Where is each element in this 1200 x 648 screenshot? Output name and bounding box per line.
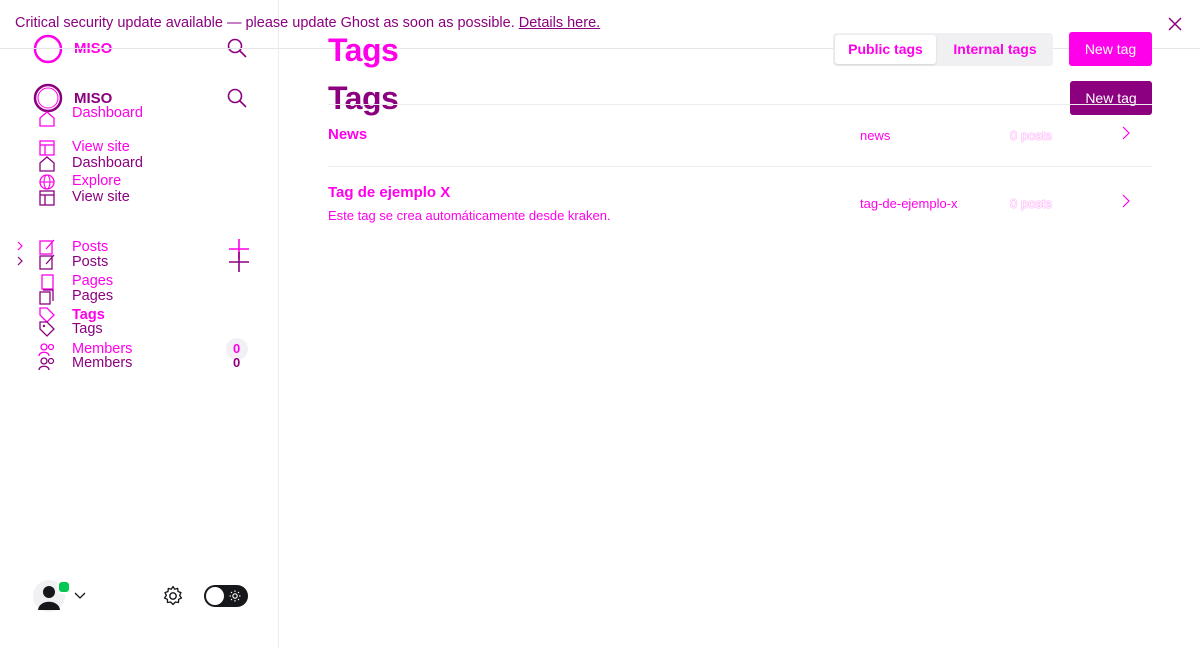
nav-dashboard[interactable]: Dashboard bbox=[72, 105, 143, 121]
dashboard-icon-2 bbox=[38, 155, 56, 173]
settings-gear-icon[interactable] bbox=[162, 585, 184, 607]
nav-posts-2[interactable]: Posts bbox=[72, 254, 108, 270]
tab-public-tags[interactable]: Public tags bbox=[835, 35, 936, 64]
tag-description: Este tag se crea automáticamente desde k… bbox=[328, 208, 611, 223]
tag-type-switch: Public tags Internal tags bbox=[833, 33, 1053, 66]
tag-slug: news bbox=[860, 128, 891, 143]
tag-row-news[interactable]: News news 0 posts bbox=[328, 105, 1152, 166]
chevron-right-icon bbox=[1120, 125, 1132, 141]
close-icon[interactable] bbox=[1167, 16, 1183, 32]
pages-icon-2 bbox=[38, 288, 56, 306]
online-status-dot bbox=[57, 580, 71, 594]
new-tag-button[interactable]: New tag bbox=[1069, 32, 1152, 66]
sun-icon bbox=[229, 590, 241, 602]
tags-icon-2 bbox=[38, 320, 56, 338]
tag-name: News bbox=[328, 126, 368, 143]
nav-pages-2[interactable]: Pages bbox=[72, 288, 113, 304]
chevron-right-icon bbox=[1120, 193, 1132, 209]
nav-view-site-2[interactable]: View site bbox=[72, 189, 130, 205]
nav-members-2[interactable]: Members bbox=[72, 355, 132, 371]
tag-post-count[interactable]: 0 posts bbox=[1010, 128, 1052, 143]
tag-post-count[interactable]: 0 posts bbox=[1010, 196, 1052, 211]
view-site-icon-2 bbox=[38, 189, 56, 207]
posts-expand-icon[interactable] bbox=[15, 240, 25, 252]
sidebar: MISO MISO Dashboard View site Dashboard … bbox=[0, 0, 279, 648]
banner-text: Critical security update available — ple… bbox=[15, 15, 600, 31]
tag-row-ejemplo[interactable]: Tag de ejemplo X Este tag se crea automá… bbox=[328, 167, 1152, 237]
banner-message: Critical security update available — ple… bbox=[15, 15, 515, 31]
chevron-down-icon[interactable] bbox=[73, 590, 87, 600]
nav-explore[interactable]: Explore bbox=[72, 173, 121, 189]
new-post-icon-2[interactable] bbox=[228, 251, 250, 273]
nav-pages[interactable]: Pages bbox=[72, 273, 113, 289]
members-count: 0 bbox=[233, 341, 241, 356]
nav-tags-2[interactable]: Tags bbox=[72, 321, 103, 337]
posts-icon-2 bbox=[38, 253, 56, 271]
nav-dashboard-2[interactable]: Dashboard bbox=[72, 155, 143, 171]
members-icon-2 bbox=[38, 355, 56, 373]
page-title: Tags bbox=[328, 32, 399, 68]
tag-name: Tag de ejemplo X bbox=[328, 184, 451, 201]
search-icon-2[interactable] bbox=[227, 88, 247, 108]
tag-slug: tag-de-ejemplo-x bbox=[860, 196, 958, 211]
site-logo-2[interactable] bbox=[33, 83, 63, 113]
site-logo-2-icon bbox=[33, 83, 63, 113]
nav-posts[interactable]: Posts bbox=[72, 239, 108, 255]
toggle-knob bbox=[206, 587, 224, 605]
posts-expand-icon-2[interactable] bbox=[15, 255, 25, 267]
tab-internal-tags[interactable]: Internal tags bbox=[941, 35, 1049, 64]
nav-view-site[interactable]: View site bbox=[72, 139, 130, 155]
theme-toggle[interactable] bbox=[204, 585, 248, 607]
banner-details-link[interactable]: Details here. bbox=[519, 15, 600, 31]
dashboard-icon bbox=[38, 110, 56, 128]
members-count-2: 0 bbox=[233, 355, 241, 370]
